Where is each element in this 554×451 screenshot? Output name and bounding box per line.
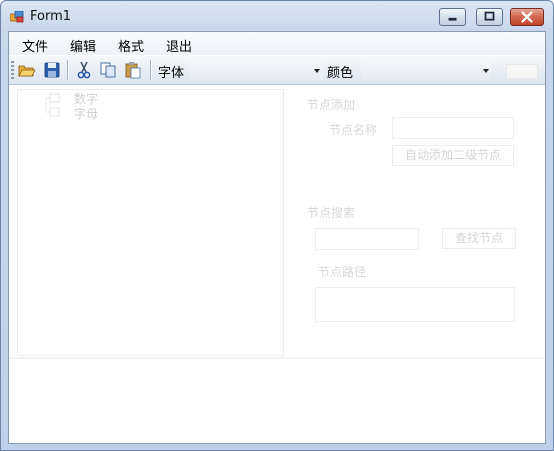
panel-divider: [9, 357, 545, 359]
node-tree-view[interactable]: 数字 字母: [17, 89, 284, 356]
paste-icon[interactable]: [124, 61, 142, 79]
font-combobox[interactable]: [189, 60, 323, 80]
tree-node-icon: [45, 93, 60, 117]
close-button[interactable]: [510, 8, 544, 26]
search-node-group-title: 节点搜索: [307, 206, 356, 220]
tree-node-letters[interactable]: 字母: [74, 105, 98, 122]
menu-edit[interactable]: 编辑: [70, 36, 96, 55]
close-icon: [521, 11, 533, 23]
toolbar: 字体 颜色: [9, 56, 545, 85]
font-label: 字体: [158, 66, 185, 81]
add-node-group-title: 节点添加: [307, 98, 356, 112]
menu-format[interactable]: 格式: [118, 36, 144, 55]
toolbar-separator: [67, 60, 69, 80]
open-folder-icon[interactable]: [18, 61, 36, 79]
node-path-box[interactable]: [315, 287, 515, 322]
node-path-label: 节点路径: [318, 265, 367, 279]
node-search-input[interactable]: [315, 228, 419, 250]
menu-file[interactable]: 文件: [22, 36, 48, 55]
title-bar[interactable]: Form1: [1, 1, 553, 31]
window-title: Form1: [30, 9, 72, 24]
color-combobox[interactable]: [361, 60, 491, 80]
minimize-button[interactable]: [439, 8, 466, 26]
toolbar-separator: [150, 60, 152, 80]
form-app-icon: [10, 11, 24, 23]
node-name-label: 节点名称: [329, 123, 378, 137]
auto-add-child-node-button[interactable]: 自动添加二级节点: [392, 145, 514, 166]
chevron-down-icon: [483, 69, 489, 73]
menu-bar: 文件 编辑 格式 退出: [9, 32, 545, 55]
menu-exit[interactable]: 退出: [166, 36, 192, 55]
overflow-button[interactable]: [506, 64, 538, 79]
form-client-area: 文件 编辑 格式 退出 字体 颜色 数字 字母 节点添加 节点名称 自动添加二级…: [8, 31, 546, 444]
chevron-down-icon: [314, 69, 320, 73]
cut-icon[interactable]: [75, 61, 93, 79]
color-label: 颜色: [327, 66, 354, 81]
toolbar-grip[interactable]: [11, 61, 14, 79]
node-name-input[interactable]: [392, 117, 514, 139]
minimize-icon: [448, 17, 457, 21]
copy-icon[interactable]: [99, 61, 117, 79]
maximize-button[interactable]: [476, 8, 503, 26]
save-icon[interactable]: [43, 61, 61, 79]
main-window: Form1 文件 编辑 格式 退出 字体 颜色 数字 字母 节点添加 节点名称 …: [0, 0, 554, 451]
maximize-icon: [484, 11, 495, 21]
find-node-button[interactable]: 查找节点: [442, 228, 516, 249]
